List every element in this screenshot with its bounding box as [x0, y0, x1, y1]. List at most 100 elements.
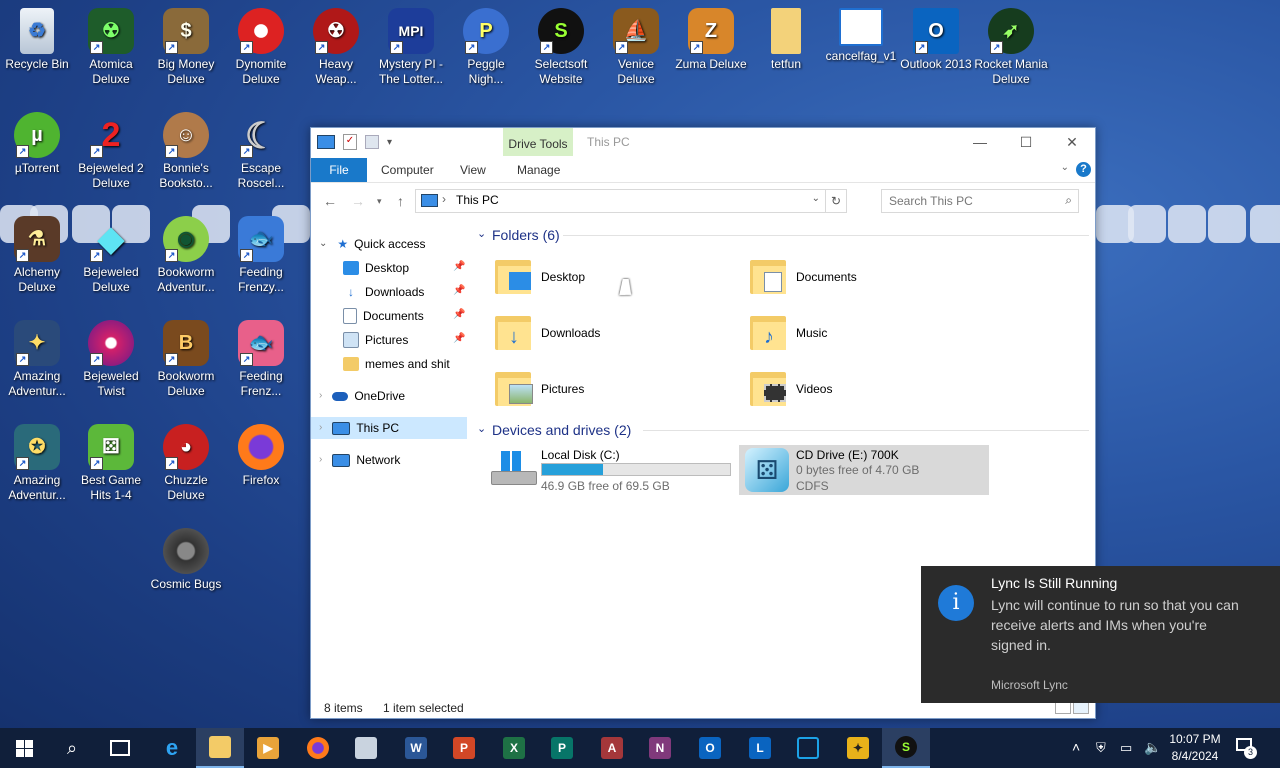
taskbar-app-3[interactable]: ✦: [834, 728, 882, 768]
nav-pictures[interactable]: Pictures: [343, 329, 408, 351]
desktop-icon[interactable]: ⚗ ↗ Alchemy Deluxe: [0, 216, 74, 295]
address-dropdown-icon[interactable]: ⌄: [812, 193, 820, 204]
new-folder-icon[interactable]: [365, 135, 379, 149]
folder-pictures[interactable]: Pictures: [495, 367, 584, 411]
taskbar-firefox[interactable]: [294, 728, 342, 768]
clock[interactable]: 10:07 PM 8/4/2024: [1164, 731, 1226, 765]
volume-muted-icon[interactable]: 🔈: [1144, 739, 1161, 756]
desktop-icon[interactable]: ☺ ↗ Bonnie's Booksto...: [149, 112, 223, 191]
folder-desktop[interactable]: Desktop: [495, 255, 585, 299]
properties-icon[interactable]: ✓: [343, 134, 357, 150]
desktop-icon[interactable]: $ ↗ Big Money Deluxe: [149, 8, 223, 87]
forward-button[interactable]: →: [351, 193, 365, 209]
desktop-icon[interactable]: ➶ ↗ Rocket Mania Deluxe: [974, 8, 1048, 87]
ribbon-expand-icon[interactable]: ⌄: [1061, 162, 1069, 173]
nav-downloads[interactable]: ↓ Downloads: [343, 281, 424, 303]
address-bar[interactable]: › This PC ⌄ ↻: [415, 189, 847, 213]
folder-videos[interactable]: Videos: [750, 367, 832, 411]
taskbar-onenote[interactable]: N: [636, 728, 684, 768]
desktop-icon[interactable]: S ↗ Selectsoft Website: [524, 8, 598, 87]
tab-view[interactable]: View: [460, 158, 486, 182]
taskbar-excel[interactable]: X: [490, 728, 538, 768]
desktop-icon[interactable]: MPI ↗ Mystery PI - The Lotter...: [374, 8, 448, 87]
nav-documents[interactable]: Documents: [343, 305, 424, 327]
desktop-icon[interactable]: ⛵ ↗ Venice Deluxe: [599, 8, 673, 87]
nav-memes-folder[interactable]: memes and shit: [343, 353, 450, 375]
taskbar-outlook[interactable]: O: [686, 728, 734, 768]
close-button[interactable]: ✕: [1049, 128, 1095, 156]
taskbar-selectsoft[interactable]: S: [882, 728, 930, 768]
desktop-icon[interactable]: ◉ ↗ Bookworm Adventur...: [149, 216, 223, 295]
notification-toast[interactable]: i Lync Is Still Running Lync will contin…: [921, 566, 1280, 703]
desktop-icon[interactable]: ☢ ↗ Atomica Deluxe: [74, 8, 148, 87]
taskbar-lync[interactable]: L: [736, 728, 784, 768]
desktop-icon[interactable]: Z ↗ Zuma Deluxe: [674, 8, 748, 72]
start-button[interactable]: [0, 728, 48, 768]
collapse-chevron-icon[interactable]: ⌄: [477, 422, 486, 435]
folder-music[interactable]: ♪ Music: [750, 311, 827, 355]
title-bar[interactable]: ✓ ▾ Drive Tools This PC — ☐ ✕: [311, 128, 1095, 156]
taskbar-powerpoint[interactable]: P: [440, 728, 488, 768]
search-button[interactable]: ⌕: [48, 728, 96, 768]
folder-documents[interactable]: Documents: [750, 255, 857, 299]
folder-downloads[interactable]: ↓ Downloads: [495, 311, 600, 355]
qat-dropdown-icon[interactable]: ▾: [387, 137, 392, 148]
refresh-button[interactable]: ↻: [825, 190, 846, 212]
action-center-button[interactable]: 3: [1236, 738, 1258, 759]
back-button[interactable]: ←: [323, 193, 337, 209]
desktop-icon[interactable]: ◕ ↗ Chuzzle Deluxe: [149, 424, 223, 503]
desktop-icon[interactable]: 🐟 ↗ Feeding Frenz...: [224, 320, 298, 399]
nav-quick-access[interactable]: ⌄ ★ Quick access: [319, 233, 426, 255]
recent-locations-icon[interactable]: ▾: [377, 196, 382, 207]
taskbar-media-player[interactable]: ▶: [244, 728, 292, 768]
taskbar-file-explorer[interactable]: [196, 728, 244, 768]
drive-cd-e[interactable]: ⚄ CD Drive (E:) 700K 0 bytes free of 4.7…: [739, 445, 989, 495]
nav-network[interactable]: › Network: [319, 449, 400, 471]
task-view-button[interactable]: [96, 728, 144, 768]
help-icon[interactable]: ?: [1076, 162, 1091, 177]
desktop-icon[interactable]: Firefox: [224, 424, 298, 488]
collapse-chevron-icon[interactable]: ⌄: [477, 227, 486, 240]
nav-this-pc[interactable]: › This PC: [311, 417, 467, 439]
taskbar-access[interactable]: A: [588, 728, 636, 768]
search-box[interactable]: Search This PC ⌕: [881, 189, 1079, 213]
tab-computer[interactable]: Computer: [381, 158, 434, 182]
desktop-icon[interactable]: ↗ Dynomite Deluxe: [224, 8, 298, 87]
desktop-icon[interactable]: cancelfag_v1: [824, 8, 898, 64]
taskbar-app[interactable]: [342, 728, 390, 768]
desktop-icon[interactable]: ♻ Recycle Bin: [0, 8, 74, 72]
maximize-button[interactable]: ☐: [1003, 128, 1049, 156]
desktop-icon[interactable]: ⚄ ↗ Best Game Hits 1-4: [74, 424, 148, 503]
large-icons-view-icon[interactable]: [1073, 702, 1089, 714]
taskbar-publisher[interactable]: P: [538, 728, 586, 768]
desktop-icon[interactable]: 🐟 ↗ Feeding Frenzy...: [224, 216, 298, 295]
nav-onedrive[interactable]: › OneDrive: [319, 385, 405, 407]
devices-group-header[interactable]: Devices and drives (2): [492, 422, 631, 438]
tab-manage[interactable]: Manage: [517, 158, 560, 182]
minimize-button[interactable]: —: [957, 128, 1003, 156]
desktop-icon[interactable]: B ↗ Bookworm Deluxe: [149, 320, 223, 399]
taskbar-word[interactable]: W: [392, 728, 440, 768]
drive-local-disk-c[interactable]: Local Disk (C:) 46.9 GB free of 69.5 GB: [489, 445, 733, 495]
desktop-icon[interactable]: P ↗ Peggle Nigh...: [449, 8, 523, 87]
nav-desktop[interactable]: Desktop: [343, 257, 409, 279]
details-view-icon[interactable]: [1055, 702, 1071, 714]
taskbar-app-2[interactable]: [784, 728, 832, 768]
security-tray-icon[interactable]: ⛨: [1096, 740, 1106, 756]
taskbar-internet-explorer[interactable]: e: [148, 728, 196, 768]
show-hidden-icons-button[interactable]: ˄: [1072, 739, 1080, 755]
desktop-icon[interactable]: ◆ ↗ Bejeweled Deluxe: [74, 216, 148, 295]
desktop-icon[interactable]: 2 ↗ Bejeweled 2 Deluxe: [74, 112, 148, 191]
up-button[interactable]: ↑: [397, 193, 404, 209]
desktop-icon[interactable]: ↗ Bejeweled Twist: [74, 320, 148, 399]
desktop-icon[interactable]: tetfun: [749, 8, 823, 72]
desktop-icon[interactable]: Cosmic Bugs: [149, 528, 223, 592]
desktop-icon[interactable]: O ↗ Outlook 2013: [899, 8, 973, 72]
tab-file[interactable]: File: [311, 158, 367, 182]
desktop-icon[interactable]: µ ↗ µTorrent: [0, 112, 74, 176]
folders-group-header[interactable]: Folders (6): [492, 227, 560, 243]
desktop-icon[interactable]: ✦ ↗ Amazing Adventur...: [0, 320, 74, 399]
desktop-icon[interactable]: ☢ ↗ Heavy Weap...: [299, 8, 373, 87]
desktop-icon[interactable]: ☾ ↗ Escape Roscel...: [224, 112, 298, 191]
network-tray-icon[interactable]: ▭: [1120, 740, 1132, 756]
